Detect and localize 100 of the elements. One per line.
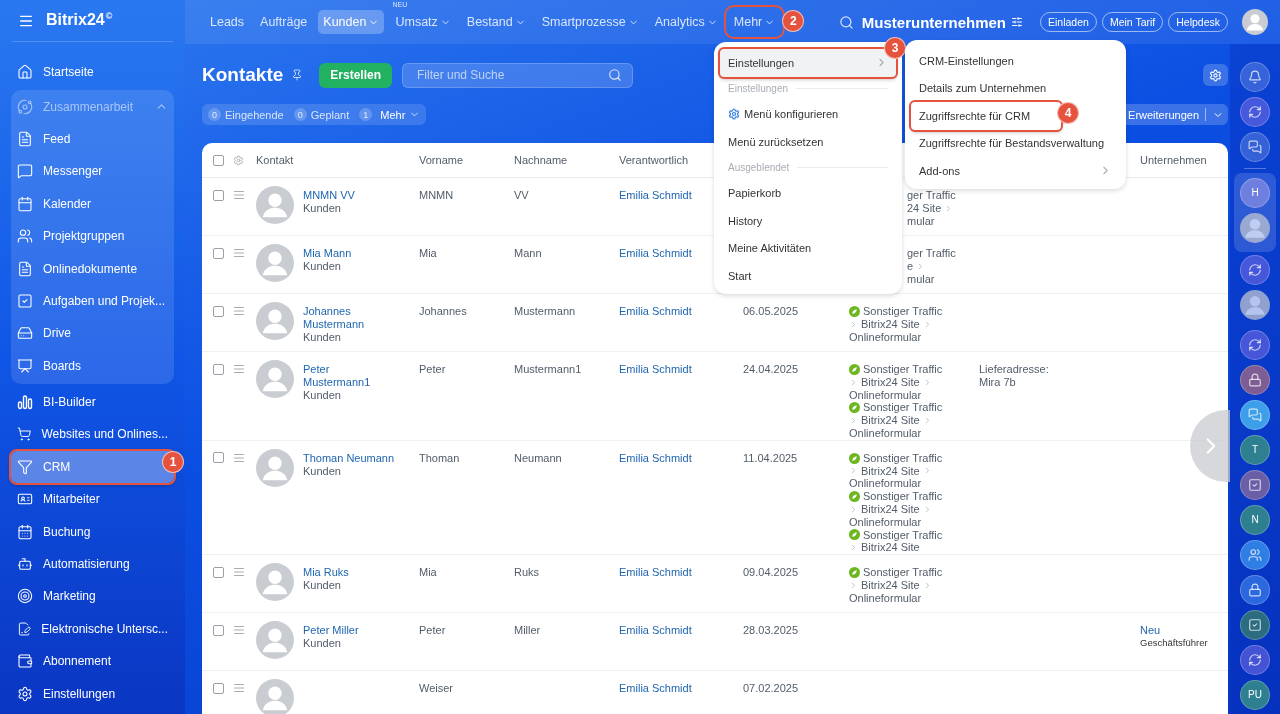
- checkbox[interactable]: [213, 247, 224, 259]
- sidebar-item[interactable]: Mitarbeiter: [11, 483, 174, 516]
- menu-item[interactable]: Papierkorb: [720, 179, 896, 207]
- drag-handle-icon[interactable]: [233, 566, 245, 579]
- checkbox[interactable]: [213, 363, 224, 375]
- nav-tab[interactable]: Leads: [205, 10, 250, 34]
- table-cell-text: 11.04.2025: [743, 450, 799, 465]
- checkbox[interactable]: [213, 154, 224, 166]
- copilot-button[interactable]: [1240, 644, 1270, 675]
- sidebar-item[interactable]: Drive: [11, 317, 174, 350]
- search-input[interactable]: Filter und Suche: [415, 67, 595, 83]
- column-header[interactable]: Unternehmen: [1140, 154, 1228, 166]
- menu-item[interactable]: Add-ons: [911, 157, 1120, 185]
- drag-handle-icon[interactable]: [233, 305, 245, 317]
- menu-item[interactable]: Meine Aktivitäten: [720, 234, 896, 262]
- nav-tab[interactable]: Analytics: [649, 10, 723, 34]
- sidebar-item[interactable]: Startseite: [11, 56, 174, 89]
- checkbox[interactable]: [213, 305, 224, 317]
- menu-item[interactable]: History: [720, 207, 896, 235]
- sidebar-item[interactable]: Messenger: [11, 155, 174, 188]
- nav-tab[interactable]: Smartprozesse: [536, 10, 644, 34]
- menu-item[interactable]: CRM-Einstellungen: [911, 47, 1120, 75]
- owner-link[interactable]: Emilia Schmidt: [619, 440, 743, 465]
- checkbox[interactable]: [213, 452, 224, 464]
- contact-name[interactable]: Johannes Mustermann: [303, 305, 399, 331]
- owner-link[interactable]: Emilia Schmidt: [619, 555, 743, 579]
- drag-handle-icon[interactable]: [233, 682, 245, 695]
- copilot-button[interactable]: [1240, 96, 1270, 127]
- nav-tab[interactable]: Aufträge: [255, 10, 313, 34]
- source-site: Bitrix24 Site: [861, 541, 920, 555]
- settings-button[interactable]: [1203, 64, 1228, 86]
- chat-button[interactable]: [1240, 131, 1270, 162]
- sidebar-item[interactable]: Onlinedokumente: [11, 252, 174, 285]
- drag-handle-icon[interactable]: [233, 451, 245, 464]
- contact-name[interactable]: Mia Mann: [303, 247, 352, 260]
- sidebar-item[interactable]: Buchung: [11, 515, 174, 548]
- drag-handle-icon[interactable]: [233, 624, 245, 637]
- pin-icon[interactable]: [291, 69, 304, 81]
- sidebar-item[interactable]: BI-Builder: [11, 385, 174, 419]
- sidebar-item[interactable]: Feed: [11, 122, 174, 156]
- menu-item[interactable]: Zugriffsrechte für Bestandsverwaltung: [911, 129, 1120, 157]
- lock-button[interactable]: [1240, 574, 1270, 605]
- contact-initials[interactable]: N: [1240, 504, 1270, 535]
- sidebar-item[interactable]: Einstellungen: [11, 677, 174, 710]
- owner-link[interactable]: Emilia Schmidt: [619, 613, 743, 637]
- notifications-button[interactable]: [1240, 61, 1270, 92]
- menu-item[interactable]: Menü zurücksetzen: [720, 128, 896, 156]
- company-link[interactable]: Neu: [1140, 624, 1228, 637]
- drag-handle-icon[interactable]: [233, 189, 245, 201]
- copilot-button[interactable]: [1240, 329, 1270, 360]
- checkbox[interactable]: [213, 624, 224, 636]
- sidebar-item[interactable]: Automatisierung: [11, 547, 174, 581]
- contact-initials[interactable]: PU: [1240, 679, 1270, 710]
- sidebar-item[interactable]: Abonnement: [11, 645, 174, 678]
- sidebar-item[interactable]: Websites und Onlines...: [11, 418, 174, 451]
- chat-button[interactable]: [1240, 399, 1270, 430]
- column-header[interactable]: Nachname: [514, 154, 619, 166]
- source-form: Onlineformular: [849, 515, 922, 529]
- nav-tab[interactable]: Mehr: [728, 10, 781, 34]
- counter-filter[interactable]: 1 Mehr: [359, 108, 421, 121]
- owner-link[interactable]: Emilia Schmidt: [619, 294, 743, 318]
- group-button[interactable]: [1240, 539, 1270, 570]
- task-button[interactable]: [1240, 469, 1270, 500]
- sidebar-item[interactable]: Projektgruppen: [11, 219, 174, 253]
- checkbox[interactable]: [213, 189, 224, 201]
- contact-name[interactable]: Peter Mustermann1: [303, 363, 399, 389]
- owner-link[interactable]: Emilia Schmidt: [619, 352, 743, 376]
- search-icon[interactable]: [838, 14, 854, 30]
- column-header[interactable]: Vorname: [419, 154, 514, 166]
- sidebar-item[interactable]: Elektronische Untersc...: [11, 612, 174, 646]
- sidebar-item[interactable]: Marketing: [11, 580, 174, 613]
- menu-item[interactable]: Details zum Unternehmen: [911, 74, 1120, 102]
- contact-initials[interactable]: H: [1240, 177, 1270, 208]
- sidebar-item[interactable]: Boards: [11, 349, 174, 382]
- search-icon[interactable]: [608, 68, 622, 82]
- sidebar-item[interactable]: Aufgaben und Projek...: [11, 284, 174, 318]
- checkbox[interactable]: [213, 682, 224, 694]
- contact-name[interactable]: Peter Miller: [303, 624, 359, 637]
- drag-handle-icon[interactable]: [233, 363, 245, 375]
- contact-initials[interactable]: T: [1240, 434, 1270, 465]
- nav-tab[interactable]: Bestand: [461, 10, 531, 34]
- checkbox[interactable]: [213, 566, 224, 578]
- task-button[interactable]: [1240, 609, 1270, 640]
- menu-item[interactable]: Start: [720, 262, 896, 290]
- company-name[interactable]: Musterunternehmen: [861, 13, 1006, 31]
- contact-name[interactable]: MNMN VV: [303, 189, 355, 202]
- menu-item[interactable]: Menü konfigurieren: [720, 100, 896, 128]
- lock-button[interactable]: [1240, 364, 1270, 395]
- owner-link[interactable]: Emilia Schmidt: [619, 671, 743, 695]
- contact-name[interactable]: Thoman Neumann: [303, 451, 395, 465]
- counter-filter[interactable]: 0 Geplant: [293, 108, 350, 121]
- search-field[interactable]: Filter und Suche: [402, 62, 633, 88]
- contact-avatar: [256, 186, 294, 224]
- copilot-button[interactable]: [1240, 254, 1270, 285]
- sliders-icon[interactable]: [1011, 16, 1023, 28]
- contact-name[interactable]: Mia Ruks: [303, 566, 349, 579]
- drag-handle-icon[interactable]: [233, 247, 245, 259]
- column-header[interactable]: Kontakt: [254, 154, 419, 166]
- sidebar-item[interactable]: Kalender: [11, 187, 174, 220]
- settings-icon[interactable]: [233, 154, 244, 166]
